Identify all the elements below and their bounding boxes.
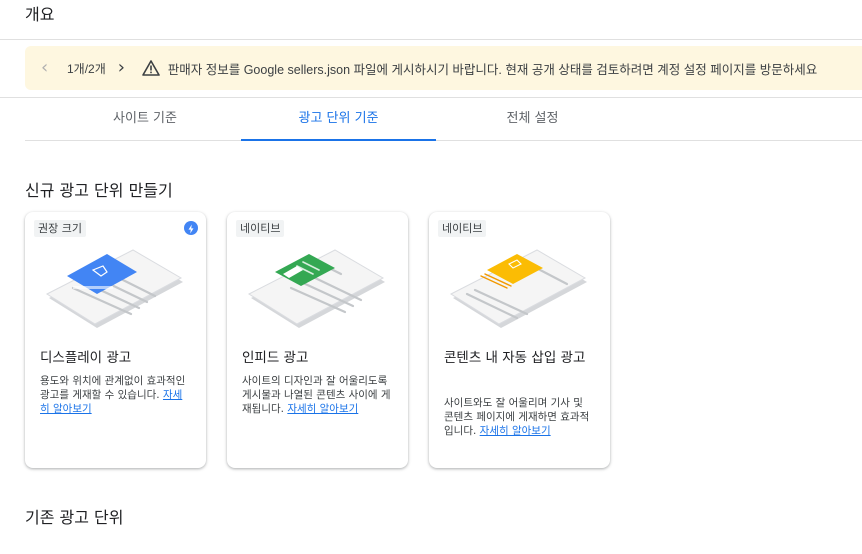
card-description: 사이트와도 잘 어울리며 기사 및 콘텐츠 페이지에 게재하면 효과적입니다. … — [444, 397, 590, 437]
infeed-ad-illustration — [247, 249, 385, 328]
in-article-ad-illustration — [449, 249, 587, 328]
chevron-left-icon[interactable]: ‹ — [41, 59, 55, 77]
learn-more-link[interactable]: 자세히 알아보기 — [287, 403, 358, 415]
section-title-existing-ad-units: 기존 광고 단위 — [25, 508, 124, 527]
in-article-ad-card[interactable]: 네이티브 콘텐츠 내 자동 삽입 광고 사이트와도 잘 어울리며 기사 및 콘텐… — [429, 212, 610, 468]
banner-message: 판매자 정보를 Google sellers.json 파일에 게시하시기 바랍… — [167, 62, 818, 77]
sellers-json-banner: ‹ 1개/2개 › 판매자 정보를 Google sellers.json 파일… — [25, 46, 862, 90]
divider — [0, 39, 862, 40]
native-chip: 네이티브 — [438, 220, 487, 237]
native-chip: 네이티브 — [236, 220, 285, 237]
tab-bar: 사이트 기준 광고 단위 기준 전체 설정 — [25, 98, 862, 141]
recommended-size-chip: 권장 크기 — [34, 220, 86, 237]
card-description: 용도와 위치에 관계없이 효과적인 광고를 게재할 수 있습니다. 자세히 알아… — [40, 375, 186, 415]
learn-more-link[interactable]: 자세히 알아보기 — [480, 425, 551, 437]
section-title-new-ad-unit: 신규 광고 단위 만들기 — [25, 181, 173, 200]
banner-pager: 1개/2개 — [67, 61, 106, 76]
tab-by-site[interactable]: 사이트 기준 — [65, 98, 225, 141]
tab-global-settings[interactable]: 전체 설정 — [455, 98, 610, 141]
display-ad-illustration — [45, 249, 183, 328]
card-description: 사이트의 디자인과 잘 어울리도록 게시물과 나열된 콘텐츠 사이에 게재됩니다… — [242, 375, 391, 415]
infeed-ad-card[interactable]: 네이티브 인피드 광고 사이트의 디자인과 잘 어울리도록 게시물과 나열된 콘… — [227, 212, 408, 468]
chevron-right-icon[interactable]: › — [118, 59, 132, 77]
card-title: 디스플레이 광고 — [40, 350, 132, 366]
card-title: 콘텐츠 내 자동 삽입 광고 — [444, 350, 586, 366]
tab-by-ad-unit[interactable]: 광고 단위 기준 — [241, 98, 436, 141]
display-ad-card[interactable]: 권장 크기 디스플레이 광고 용도와 위치에 관계없이 효과적인 광고를 게재할… — [25, 212, 206, 468]
warning-icon — [141, 60, 160, 76]
page-title: 개요 — [25, 5, 55, 24]
card-title: 인피드 광고 — [242, 350, 309, 366]
bolt-icon — [184, 221, 198, 235]
